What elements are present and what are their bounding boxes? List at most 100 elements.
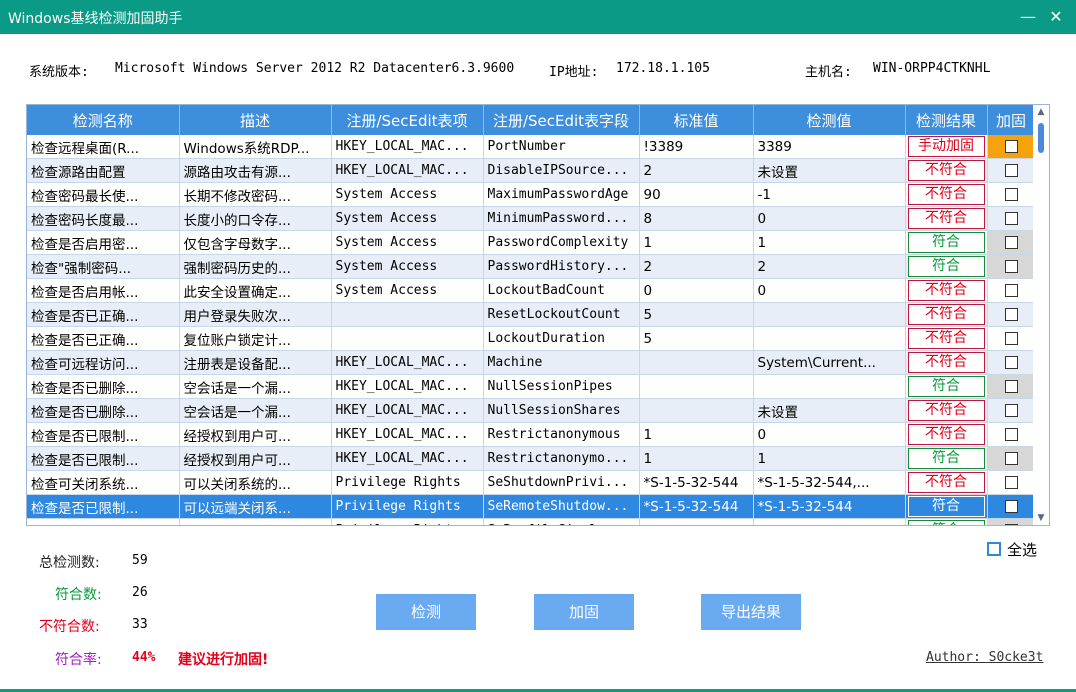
- cell-harden[interactable]: [987, 230, 1036, 255]
- table-row[interactable]: 检查"强制密码... 强制密码历史的... System Access Passwor…: [27, 254, 1036, 279]
- cell-result[interactable]: 符合: [905, 254, 988, 279]
- cell-registry-item[interactable]: System Access: [331, 182, 484, 207]
- column-header-item[interactable]: 注册/SecEdit表项: [331, 105, 484, 135]
- cell-result[interactable]: 符合: [905, 494, 988, 519]
- cell-check-name[interactable]: 检查是否已限制...: [27, 446, 180, 471]
- cell-detected-value[interactable]: *S-1-5-32-544: [753, 494, 906, 519]
- cell-harden[interactable]: [987, 278, 1036, 303]
- cell-registry-item[interactable]: HKEY_LOCAL_MAC...: [331, 374, 484, 399]
- author-link[interactable]: Author: S0cke3t: [926, 650, 1043, 665]
- column-header-result[interactable]: 检测结果: [905, 105, 988, 135]
- cell-harden[interactable]: [987, 135, 1036, 159]
- cell-description[interactable]: 可以关闭系统的...: [179, 470, 332, 495]
- cell-harden[interactable]: [987, 326, 1036, 351]
- cell-registry-field[interactable]: MaximumPasswordAge: [483, 182, 640, 207]
- cell-description[interactable]: 仅包含字母数字...: [179, 230, 332, 255]
- harden-checkbox[interactable]: [1004, 428, 1018, 441]
- harden-checkbox[interactable]: [1004, 452, 1018, 465]
- cell-standard-value[interactable]: !3389: [639, 135, 754, 159]
- cell-registry-item[interactable]: HKEY_LOCAL_MAC...: [331, 158, 484, 183]
- detect-button[interactable]: 检测: [376, 594, 476, 630]
- cell-detected-value[interactable]: [753, 374, 906, 399]
- cell-check-name[interactable]: 检查源路由配置: [27, 158, 180, 183]
- cell-detected-value[interactable]: -1: [753, 182, 906, 207]
- cell-detected-value[interactable]: 0: [753, 278, 906, 303]
- table-row[interactable]: 检查密码最长使... 长期不修改密码... System Access Maximum…: [27, 182, 1036, 207]
- cell-standard-value[interactable]: 1: [639, 446, 754, 471]
- cell-standard-value[interactable]: *S-1-5-32-544: [639, 470, 754, 495]
- table-row[interactable]: 检查是否已正确... 复位账户锁定计... LockoutDuration 5 不符合: [27, 326, 1036, 351]
- cell-check-name[interactable]: 检查可关闭系统...: [27, 470, 180, 495]
- results-table[interactable]: 检测名称 描述 注册/SecEdit表项 注册/SecEdit表字段 标准值 检…: [26, 104, 1050, 526]
- cell-registry-field[interactable]: Restrictanonymous: [483, 422, 640, 447]
- cell-registry-item[interactable]: System Access: [331, 278, 484, 303]
- cell-check-name[interactable]: 检查是否已删除...: [27, 398, 180, 423]
- cell-result[interactable]: 不符合: [905, 278, 988, 303]
- cell-description[interactable]: 经授权到用户可...: [179, 446, 332, 471]
- cell-check-name[interactable]: 检查远程桌面(R...: [27, 135, 180, 159]
- harden-checkbox[interactable]: [1004, 164, 1018, 177]
- cell-harden[interactable]: [987, 422, 1036, 447]
- cell-registry-field[interactable]: PasswordComplexity: [483, 230, 640, 255]
- cell-registry-field[interactable]: SeRemoteShutdow...: [483, 494, 640, 519]
- harden-checkbox[interactable]: [1004, 308, 1018, 321]
- cell-registry-field[interactable]: SeProfileSingle...: [483, 518, 640, 525]
- cell-result[interactable]: 不符合: [905, 302, 988, 327]
- cell-result[interactable]: 符合: [905, 230, 988, 255]
- cell-registry-field[interactable]: NullSessionShares: [483, 398, 640, 423]
- cell-detected-value[interactable]: 3389: [753, 135, 906, 159]
- cell-check-name[interactable]: 检查"强制密码...: [27, 254, 180, 279]
- cell-standard-value[interactable]: 1: [639, 422, 754, 447]
- cell-harden[interactable]: [987, 494, 1036, 519]
- table-row[interactable]: 检查是否已正确... 用户登录失败次... ResetLockoutCount 5 不符…: [27, 302, 1036, 327]
- harden-checkbox[interactable]: [1004, 140, 1018, 153]
- cell-detected-value[interactable]: 2: [753, 254, 906, 279]
- cell-standard-value[interactable]: [639, 374, 754, 399]
- cell-check-name[interactable]: 检查密码最长使...: [27, 182, 180, 207]
- cell-description[interactable]: 长度小的口令存...: [179, 206, 332, 231]
- cell-detected-value[interactable]: 未设置: [753, 398, 906, 423]
- harden-checkbox[interactable]: [1004, 212, 1018, 225]
- table-row[interactable]: 检查是否已限制... 经授权到用户可... HKEY_LOCAL_MAC... Res…: [27, 446, 1036, 471]
- cell-standard-value[interactable]: *S-1-5-32-544: [639, 518, 754, 525]
- cell-registry-item[interactable]: HKEY_LOCAL_MAC...: [331, 350, 484, 375]
- cell-check-name[interactable]: 检查是否启用密...: [27, 230, 180, 255]
- cell-registry-item[interactable]: [331, 326, 484, 351]
- cell-registry-field[interactable]: NullSessionPipes: [483, 374, 640, 399]
- cell-registry-field[interactable]: LockoutDuration: [483, 326, 640, 351]
- harden-checkbox[interactable]: [1004, 188, 1018, 201]
- scroll-down-icon[interactable]: ▼: [1033, 511, 1049, 525]
- cell-registry-item[interactable]: HKEY_LOCAL_MAC...: [331, 422, 484, 447]
- cell-standard-value[interactable]: [639, 350, 754, 375]
- harden-button[interactable]: 加固: [534, 594, 634, 630]
- cell-registry-item[interactable]: [331, 302, 484, 327]
- column-header-standard[interactable]: 标准值: [639, 105, 754, 135]
- close-icon[interactable]: ✕: [1043, 4, 1069, 30]
- cell-registry-field[interactable]: SeShutdownPrivi...: [483, 470, 640, 495]
- cell-description[interactable]: 经授权到用户可...: [179, 422, 332, 447]
- cell-registry-item[interactable]: Privilege Rights: [331, 470, 484, 495]
- cell-description[interactable]: 此安全设置确定...: [179, 278, 332, 303]
- cell-registry-item[interactable]: System Access: [331, 206, 484, 231]
- cell-detected-value[interactable]: 1: [753, 446, 906, 471]
- cell-registry-field[interactable]: PortNumber: [483, 135, 640, 159]
- cell-description[interactable]: 可以远端关闭系...: [179, 494, 332, 519]
- cell-harden[interactable]: [987, 374, 1036, 399]
- cell-detected-value[interactable]: 0: [753, 206, 906, 231]
- harden-checkbox[interactable]: [1004, 332, 1018, 345]
- cell-harden[interactable]: [987, 350, 1036, 375]
- cell-detected-value[interactable]: 1: [753, 230, 906, 255]
- column-header-field[interactable]: 注册/SecEdit表字段: [483, 105, 640, 135]
- harden-checkbox[interactable]: [1004, 524, 1018, 525]
- scroll-up-icon[interactable]: ▲: [1033, 105, 1049, 119]
- cell-check-name[interactable]: 检查是否已正确...: [27, 302, 180, 327]
- cell-result[interactable]: 不符合: [905, 398, 988, 423]
- cell-standard-value[interactable]: *S-1-5-32-544: [639, 494, 754, 519]
- table-row[interactable]: 检查是否启用密... 仅包含字母数字... System Access Passwor…: [27, 230, 1036, 255]
- cell-registry-field[interactable]: Machine: [483, 350, 640, 375]
- export-results-button[interactable]: 导出结果: [701, 594, 801, 630]
- cell-result[interactable]: 手动加固: [905, 135, 988, 159]
- cell-detected-value[interactable]: *S-1-5-32-544: [753, 518, 906, 525]
- cell-harden[interactable]: [987, 158, 1036, 183]
- cell-check-name[interactable]: 检查是否已正确...: [27, 326, 180, 351]
